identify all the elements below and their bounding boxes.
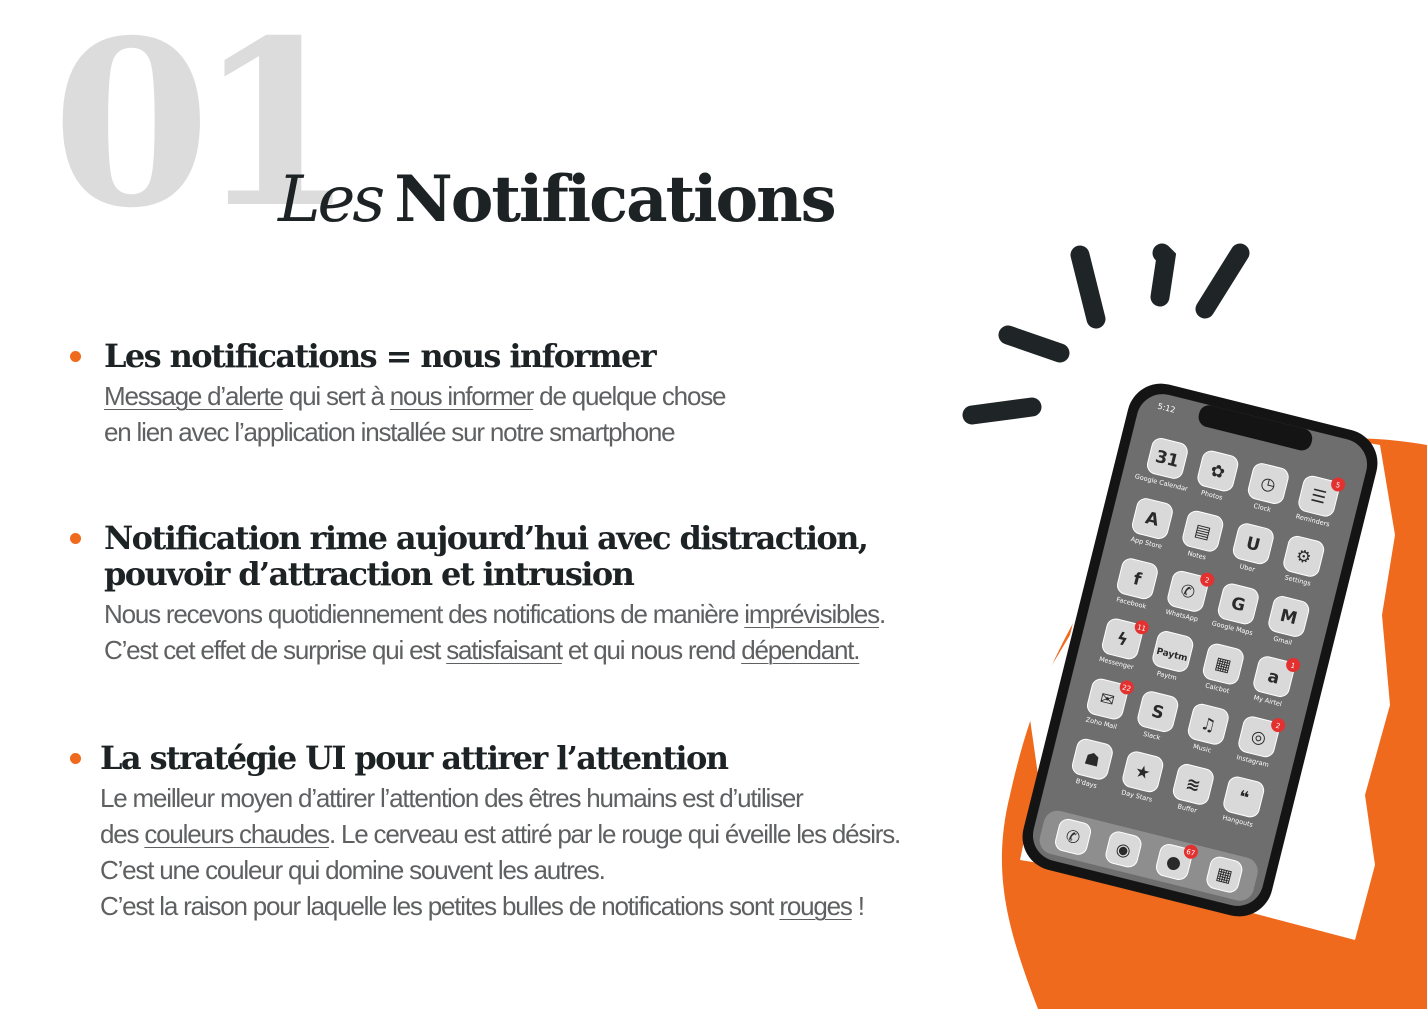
- bullet-dot: [70, 351, 81, 362]
- bullet-dot: [70, 533, 81, 544]
- underlined-term: nous informer: [389, 381, 535, 411]
- section-heading: La stratégie UI pour attirer l’attention: [100, 739, 729, 777]
- section-ui-strategy: La stratégie UI pour attirer l’attention…: [70, 739, 960, 924]
- page-title: Les Notifications: [278, 168, 837, 233]
- section-body: Nous recevons quotidiennement des notifi…: [104, 599, 886, 665]
- underlined-term: dépendant.: [741, 635, 860, 665]
- underlined-term: rouges: [779, 891, 853, 921]
- underlined-term: couleurs chaudes: [144, 819, 330, 849]
- phone-illustration: 5:12 31Google Calendar ✿Photos ◷Clock ☰Remi…: [962, 243, 1427, 1009]
- title-prefix: Les: [278, 163, 385, 237]
- section-notifications-inform: Les notifications = nous informer Messag…: [70, 337, 904, 450]
- section-body: Le meilleur moyen d’attirer l’attention …: [100, 783, 901, 921]
- section-distraction: Notification rime aujourd’hui avec distr…: [70, 519, 964, 668]
- section-body: Message d’alerte qui sert à nous informe…: [104, 381, 726, 447]
- attention-marks-icon: [962, 243, 1250, 425]
- bullet-dot: [70, 753, 81, 764]
- underlined-term: imprévisibles: [744, 599, 880, 629]
- underlined-term: Message d’alerte: [104, 381, 284, 411]
- section-heading: Notification rime aujourd’hui avec distr…: [104, 519, 869, 593]
- underlined-term: satisfaisant: [446, 635, 563, 665]
- title-word: Notifications: [394, 162, 836, 237]
- section-heading: Les notifications = nous informer: [104, 337, 657, 375]
